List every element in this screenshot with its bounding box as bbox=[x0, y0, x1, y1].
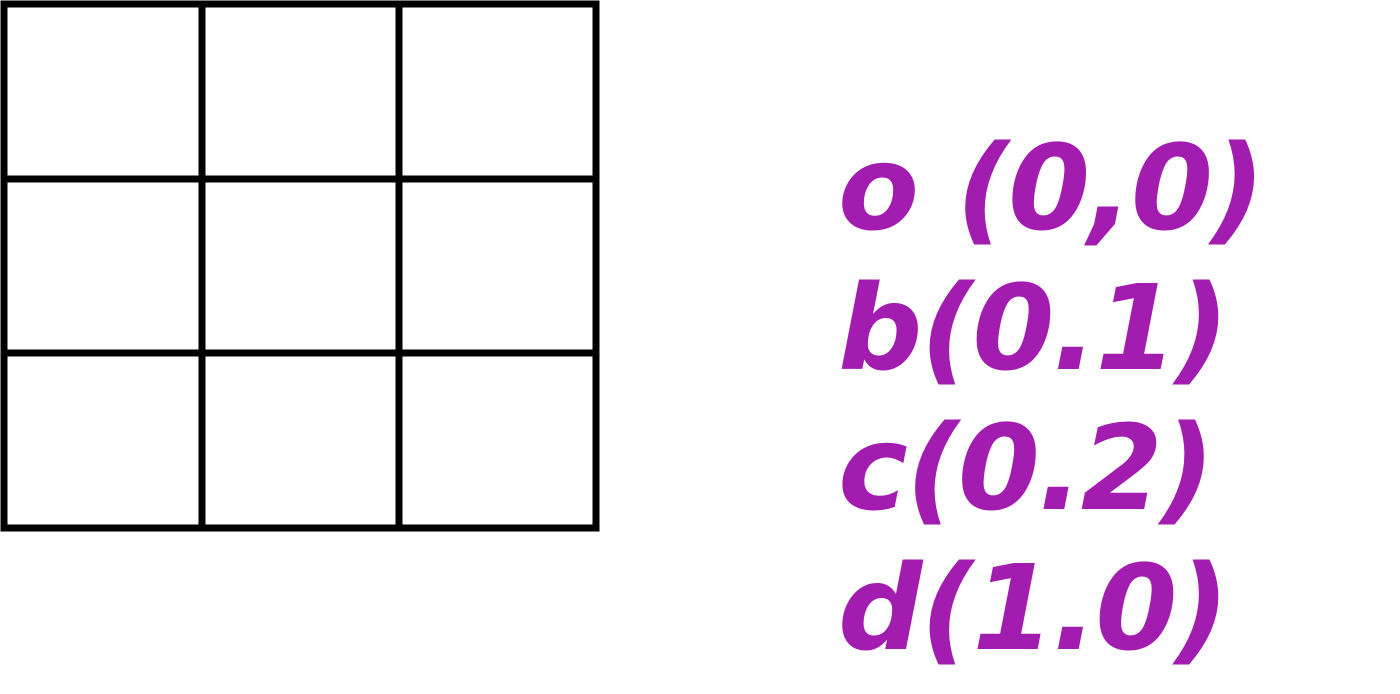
label-b: b(0.1) bbox=[838, 259, 1229, 397]
coordinate-labels: o (0,0) b(0.1) c(0.2) d(1.0) bbox=[838, 118, 1265, 678]
label-d: d(1.0) bbox=[838, 539, 1229, 677]
label-o: o (0,0) bbox=[838, 119, 1265, 257]
grid-border bbox=[0, 0, 600, 532]
grid-board bbox=[0, 0, 600, 532]
label-c: c(0.2) bbox=[838, 399, 1215, 537]
